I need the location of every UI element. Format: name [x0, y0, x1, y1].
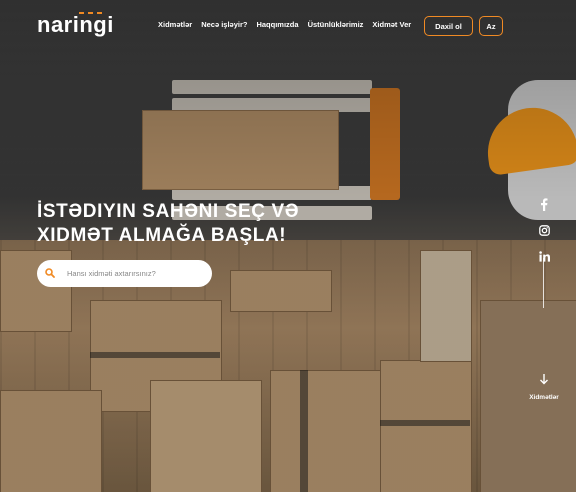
social-divider: [543, 258, 544, 308]
search-icon: [45, 265, 55, 283]
scroll-to-services[interactable]: Xidmətlər: [528, 372, 560, 401]
nav-item-about[interactable]: Haqqımızda: [256, 20, 298, 29]
logo[interactable]: naringi: [37, 12, 114, 38]
logo-accent-marks: [79, 12, 102, 14]
language-button[interactable]: Az: [479, 16, 503, 36]
nav-item-advantages[interactable]: Üstünlüklərimiz: [308, 20, 364, 29]
instagram-icon[interactable]: [536, 222, 552, 238]
hero-section: naringi Xidmətlər Necə işləyir? Haqqımız…: [0, 0, 576, 492]
nav-item-how-it-works[interactable]: Necə işləyir?: [201, 20, 247, 29]
search-bar[interactable]: [37, 260, 212, 287]
nav-item-provide-service[interactable]: Xidmət Ver: [372, 20, 411, 29]
hero-headline-line2: xidmət almağa başla!: [37, 225, 287, 246]
facebook-icon[interactable]: [536, 196, 552, 212]
linkedin-icon[interactable]: [536, 248, 552, 264]
main-nav: Xidmətlər Necə işləyir? Haqqımızda Üstün…: [158, 20, 411, 29]
hero-headline: İstədiyin sahəni seç və xidmət almağa ba…: [37, 200, 299, 248]
hero-headline-line1: İstədiyin sahəni seç və: [37, 201, 300, 222]
login-button[interactable]: Daxil ol: [424, 16, 473, 36]
social-links: [536, 196, 552, 264]
search-input[interactable]: [65, 268, 209, 279]
arrow-down-icon: [539, 372, 549, 390]
nav-item-services[interactable]: Xidmətlər: [158, 20, 192, 29]
scroll-label: Xidmətlər: [529, 394, 559, 401]
